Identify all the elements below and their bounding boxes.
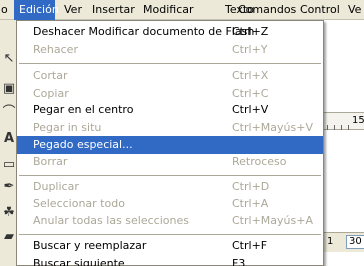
menu-item-label: Deshacer Modificar documento de Flash bbox=[33, 25, 255, 38]
menu-ventana[interactable]: Ve bbox=[343, 0, 361, 20]
lasso-tool-icon[interactable]: ⌒ bbox=[2, 106, 16, 120]
menu-item-label: Anular todas las selecciones bbox=[33, 214, 189, 227]
ruler-frame-label: 15 bbox=[352, 115, 364, 126]
menu-separator bbox=[19, 234, 321, 235]
menu-item-select-all[interactable]: Seleccionar todo Ctrl+A bbox=[17, 195, 323, 213]
menu-separator bbox=[19, 175, 321, 176]
menu-item-shortcut: Ctrl+D bbox=[232, 180, 270, 193]
menu-item-cut[interactable]: Cortar Ctrl+X bbox=[17, 67, 323, 85]
menu-item-label: Pegado especial... bbox=[33, 138, 133, 151]
text-tool-icon[interactable]: A bbox=[2, 132, 16, 146]
menu-item-label: Buscar y reemplazar bbox=[33, 239, 147, 252]
menu-bar: o Edición Ver Insertar Modificar Texto C… bbox=[0, 0, 364, 20]
menu-insertar[interactable]: Insertar bbox=[87, 0, 135, 20]
menu-item-label: Pegar en el centro bbox=[33, 103, 134, 116]
menu-item-label: Duplicar bbox=[33, 180, 79, 193]
menu-item-shortcut: Ctrl+V bbox=[232, 103, 269, 116]
menu-comandos[interactable]: Comandos bbox=[233, 0, 296, 20]
menu-item-shortcut: Ctrl+Z bbox=[232, 25, 269, 38]
menu-item-paste-special[interactable]: Pegado especial... bbox=[17, 136, 323, 154]
menu-item-delete[interactable]: Borrar Retroceso bbox=[17, 153, 323, 171]
menu-item-shortcut: Ctrl+F bbox=[232, 239, 268, 252]
timeline-ruler: 15 bbox=[322, 112, 364, 130]
menu-item-undo[interactable]: Deshacer Modificar documento de Flash Ct… bbox=[17, 23, 323, 41]
menu-modificar[interactable]: Modificar bbox=[138, 0, 194, 20]
menu-item-shortcut: Ctrl+Mayús+A bbox=[232, 214, 313, 227]
menu-item-label: Cortar bbox=[33, 69, 68, 82]
menu-item-shortcut: Ctrl+Mayús+V bbox=[232, 121, 313, 134]
rectangle-tool-icon[interactable]: ▭ bbox=[2, 158, 16, 172]
menu-item-redo[interactable]: Rehacer Ctrl+Y bbox=[17, 41, 323, 59]
timeline-frames[interactable] bbox=[322, 130, 364, 230]
menu-item-paste-in-place[interactable]: Pegar in situ Ctrl+Mayús+V bbox=[17, 119, 323, 137]
menu-item-find-replace[interactable]: Buscar y reemplazar Ctrl+F bbox=[17, 237, 323, 255]
menu-item-paste-center[interactable]: Pegar en el centro Ctrl+V bbox=[17, 101, 323, 119]
frame-rate[interactable]: 30 bbox=[346, 235, 364, 249]
menu-item-duplicate[interactable]: Duplicar Ctrl+D bbox=[17, 178, 323, 196]
menu-item-label: Pegar in situ bbox=[33, 121, 102, 134]
menu-item-label: Rehacer bbox=[33, 43, 78, 56]
menu-control[interactable]: Control bbox=[295, 0, 340, 20]
menu-file[interactable]: o bbox=[0, 0, 8, 20]
timeline-status-bar: 1 30 bbox=[322, 232, 364, 252]
menu-item-label: Buscar siguiente bbox=[33, 257, 125, 266]
menu-item-deselect-all[interactable]: Anular todas las selecciones Ctrl+Mayús+… bbox=[17, 212, 323, 230]
menu-edicion[interactable]: Edición bbox=[14, 0, 59, 20]
menu-item-find-next[interactable]: Buscar siguiente F3 bbox=[17, 255, 323, 266]
edit-menu-dropdown: Deshacer Modificar documento de Flash Ct… bbox=[16, 20, 324, 266]
menu-item-shortcut: F3 bbox=[232, 257, 246, 266]
menu-item-shortcut: Ctrl+X bbox=[232, 69, 269, 82]
subselect-tool-icon[interactable]: ▣ bbox=[2, 82, 16, 96]
arrow-tool-icon[interactable]: ↖ bbox=[2, 52, 16, 66]
menu-item-shortcut: Ctrl+A bbox=[232, 197, 269, 210]
menu-ver[interactable]: Ver bbox=[59, 0, 82, 20]
menu-item-label: Seleccionar todo bbox=[33, 197, 125, 210]
menu-item-shortcut: Retroceso bbox=[232, 155, 287, 168]
brush-tool-icon[interactable]: ✒ bbox=[2, 180, 16, 194]
current-frame: 1 bbox=[327, 236, 334, 247]
menu-item-label: Borrar bbox=[33, 155, 68, 168]
ink-bottle-icon[interactable]: ☘ bbox=[2, 206, 16, 220]
eraser-tool-icon[interactable]: ▰ bbox=[2, 230, 16, 244]
menu-separator bbox=[19, 63, 321, 64]
menu-item-shortcut: Ctrl+Y bbox=[232, 43, 268, 56]
